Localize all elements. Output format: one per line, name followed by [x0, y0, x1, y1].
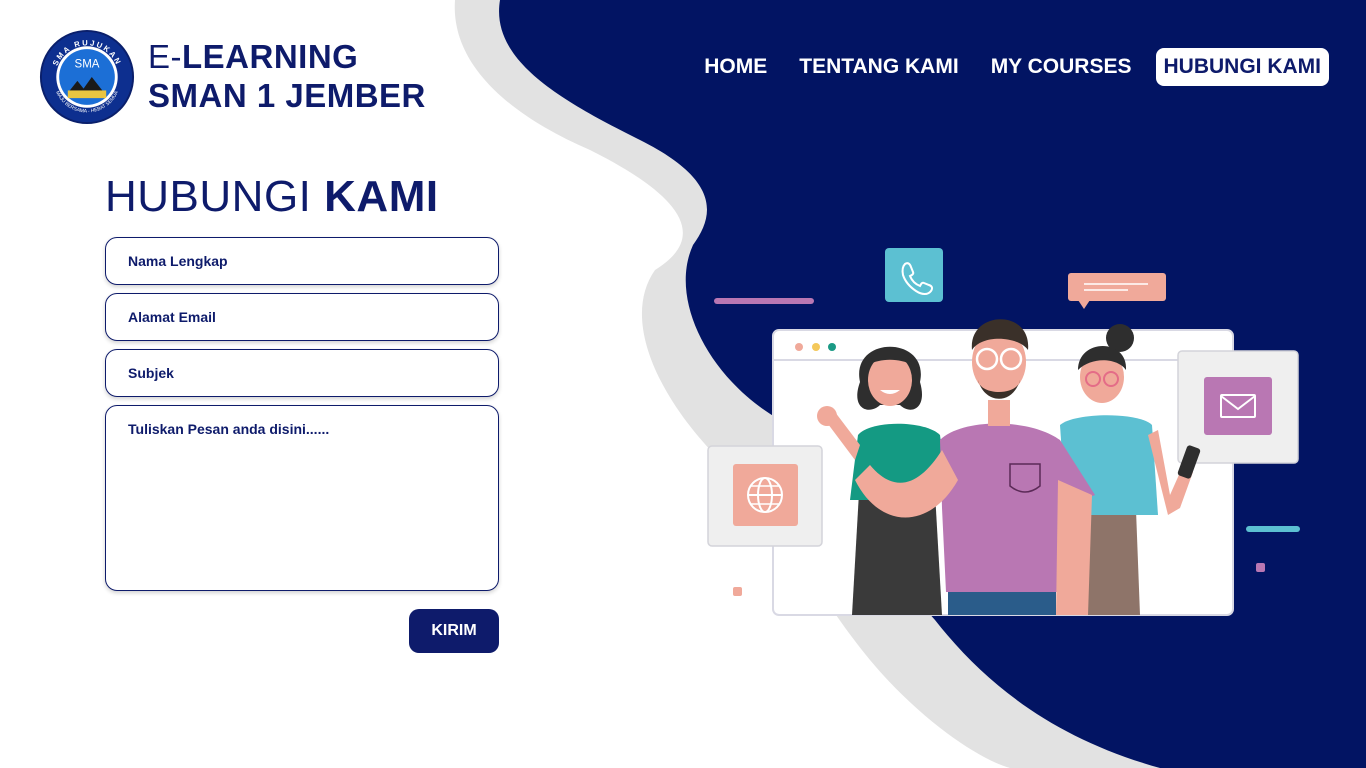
- nav-hubungi-kami[interactable]: HUBUNGI KAMI: [1155, 48, 1329, 86]
- nav-home[interactable]: HOME: [696, 48, 775, 86]
- phone-icon: [885, 248, 943, 302]
- page-title-bold: KAMI: [324, 172, 439, 221]
- contact-illustration: [707, 248, 1300, 616]
- submit-button[interactable]: KIRIM: [409, 609, 499, 653]
- subject-input[interactable]: [105, 349, 499, 397]
- window-dot-yellow: [812, 343, 820, 351]
- page-title-light: HUBUNGI: [105, 172, 312, 221]
- deco-dot-purple: [1256, 563, 1265, 572]
- name-input[interactable]: [105, 237, 499, 285]
- brand-line-2: SMAN 1 JEMBER: [148, 77, 426, 114]
- brand-word: LEARNING: [182, 38, 359, 75]
- nav-my-courses[interactable]: MY COURSES: [983, 48, 1140, 86]
- deco-dot-salmon: [733, 587, 742, 596]
- globe-icon: [707, 445, 823, 547]
- deco-line-teal: [1246, 526, 1300, 532]
- window-dot-red: [795, 343, 803, 351]
- deco-line-purple: [714, 298, 814, 304]
- page-title: HUBUNGI KAMI: [105, 172, 439, 222]
- logo-center-text: SMA: [75, 58, 100, 70]
- brand-prefix: E-: [148, 38, 182, 75]
- window-dot-green: [828, 343, 836, 351]
- chat-bubble-icon: [1068, 273, 1166, 309]
- site-brand[interactable]: E-LEARNING SMAN 1 JEMBER: [148, 37, 426, 115]
- school-logo: SMA RUJUKAN MAJU BERSAMA - HEBAT SEMUA S…: [39, 29, 135, 125]
- nav-tentang-kami[interactable]: TENTANG KAMI: [791, 48, 966, 86]
- email-input[interactable]: [105, 293, 499, 341]
- main-nav: HOME TENTANG KAMI MY COURSES HUBUNGI KAM…: [680, 48, 1329, 86]
- mail-icon: [1177, 350, 1299, 464]
- message-textarea[interactable]: [105, 405, 499, 591]
- brand-line-1: E-LEARNING: [148, 37, 426, 76]
